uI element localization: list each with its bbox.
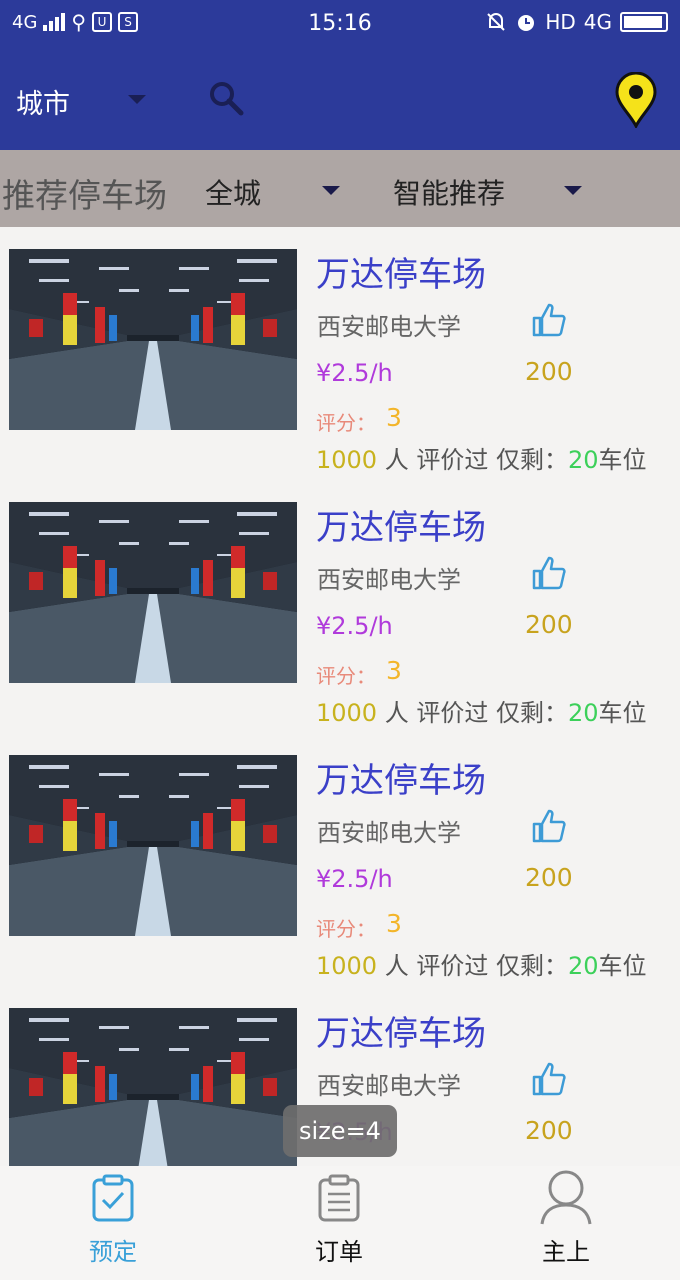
city-dropdown-icon[interactable] bbox=[128, 95, 146, 104]
thumbs-up-icon[interactable] bbox=[530, 807, 568, 845]
parking-photo bbox=[9, 249, 297, 430]
parking-card[interactable]: 万达停车场 西安邮电大学 ¥2.5/h 200 评分： 3 1000 人 评价过… bbox=[0, 480, 680, 733]
recommended-title: 推荐停车场 bbox=[2, 176, 167, 215]
city-filter-dropdown[interactable]: 全城 bbox=[205, 172, 261, 212]
sort-dropdown[interactable]: 智能推荐 bbox=[393, 172, 505, 212]
alarm-icon bbox=[518, 15, 535, 31]
tab-owner[interactable]: 主上 bbox=[486, 1166, 646, 1280]
review-count: 1000 bbox=[316, 699, 378, 727]
parking-card[interactable]: 万达停车场 西安邮电大学 ¥2.5/h 200 评分： 3 1000 人 评价过… bbox=[0, 227, 680, 480]
status-bar: 4G ⚲ U S 15:16 HD 4G bbox=[0, 0, 680, 50]
city-filter-chevron-icon[interactable] bbox=[322, 186, 340, 195]
tab-orders-label: 订单 bbox=[315, 1238, 363, 1266]
parking-photo bbox=[9, 502, 297, 683]
parking-garage-image bbox=[9, 1008, 297, 1166]
spots-unit: 车位 bbox=[598, 699, 647, 727]
score-label: 评分： bbox=[316, 664, 376, 688]
thumbs-up-icon[interactable] bbox=[530, 301, 568, 339]
review-text: 人 评价过 仅剩： bbox=[377, 952, 568, 980]
parking-garage-image bbox=[9, 755, 297, 936]
like-count: 200 bbox=[525, 1116, 573, 1145]
parking-garage-image bbox=[9, 502, 297, 683]
score-value: 3 bbox=[386, 403, 402, 432]
parking-name: 万达停车场 bbox=[316, 255, 486, 295]
like-count: 200 bbox=[525, 863, 573, 892]
score-value: 3 bbox=[386, 656, 402, 685]
parking-name: 万达停车场 bbox=[316, 1014, 486, 1054]
review-text: 人 评价过 仅剩： bbox=[377, 699, 568, 727]
tab-booking[interactable]: 预定 bbox=[33, 1166, 193, 1280]
location-pin-icon[interactable] bbox=[614, 72, 658, 128]
clipboard-check-icon bbox=[92, 1174, 134, 1222]
parking-price: ¥2.5/h bbox=[316, 865, 393, 893]
parking-garage-image bbox=[9, 249, 297, 430]
parking-address: 西安邮电大学 bbox=[317, 1072, 461, 1100]
remaining-spots: 20 bbox=[567, 952, 599, 980]
parking-address: 西安邮电大学 bbox=[317, 313, 461, 341]
filter-bar: 推荐停车场 全城 智能推荐 bbox=[0, 150, 680, 227]
parking-name: 万达停车场 bbox=[316, 508, 486, 548]
tab-booking-label: 预定 bbox=[89, 1238, 137, 1266]
remaining-spots: 20 bbox=[567, 446, 599, 474]
like-count: 200 bbox=[525, 610, 573, 639]
spots-unit: 车位 bbox=[598, 952, 647, 980]
search-icon[interactable] bbox=[208, 80, 244, 116]
parking-list: 万达停车场 西安邮电大学 ¥2.5/h 200 评分： 3 1000 人 评价过… bbox=[0, 227, 680, 1166]
remaining-spots: 20 bbox=[567, 699, 599, 727]
review-count: 1000 bbox=[316, 952, 378, 980]
tab-owner-label: 主上 bbox=[542, 1238, 590, 1266]
parking-photo bbox=[9, 1008, 297, 1166]
order-list-icon bbox=[318, 1174, 360, 1222]
mute-bell-icon bbox=[487, 13, 506, 31]
battery-icon bbox=[620, 12, 668, 32]
parking-price: ¥2.5/h bbox=[316, 359, 393, 387]
status-right: HD 4G bbox=[485, 10, 668, 34]
bottom-tab-bar: 预定 订单 主上 bbox=[0, 1166, 680, 1280]
network-type-right: 4G bbox=[583, 10, 612, 34]
city-selector[interactable]: 城市 bbox=[16, 82, 70, 121]
review-line: 1000 人 评价过 仅剩：20车位 bbox=[316, 946, 647, 981]
tab-orders[interactable]: 订单 bbox=[259, 1166, 419, 1280]
review-text: 人 评价过 仅剩： bbox=[377, 446, 568, 474]
app-bar: 城市 bbox=[0, 50, 680, 150]
parking-photo bbox=[9, 755, 297, 936]
parking-name: 万达停车场 bbox=[316, 761, 486, 801]
sort-chevron-icon[interactable] bbox=[564, 186, 582, 195]
parking-address: 西安邮电大学 bbox=[317, 566, 461, 594]
hd-label: HD bbox=[545, 10, 576, 34]
spots-unit: 车位 bbox=[598, 446, 647, 474]
review-line: 1000 人 评价过 仅剩：20车位 bbox=[316, 693, 647, 728]
user-icon bbox=[540, 1170, 592, 1225]
score-value: 3 bbox=[386, 909, 402, 938]
score-label: 评分： bbox=[316, 411, 376, 435]
review-line: 1000 人 评价过 仅剩：20车位 bbox=[316, 440, 647, 475]
like-count: 200 bbox=[525, 357, 573, 386]
toast-message: size=4 bbox=[283, 1105, 397, 1157]
score-label: 评分： bbox=[316, 917, 376, 941]
parking-address: 西安邮电大学 bbox=[317, 819, 461, 847]
parking-card[interactable]: 万达停车场 西安邮电大学 ¥2.5/h 200 评分： 3 1000 人 评价过… bbox=[0, 733, 680, 986]
review-count: 1000 bbox=[316, 446, 378, 474]
thumbs-up-icon[interactable] bbox=[530, 1060, 568, 1098]
parking-price: ¥2.5/h bbox=[316, 612, 393, 640]
thumbs-up-icon[interactable] bbox=[530, 554, 568, 592]
